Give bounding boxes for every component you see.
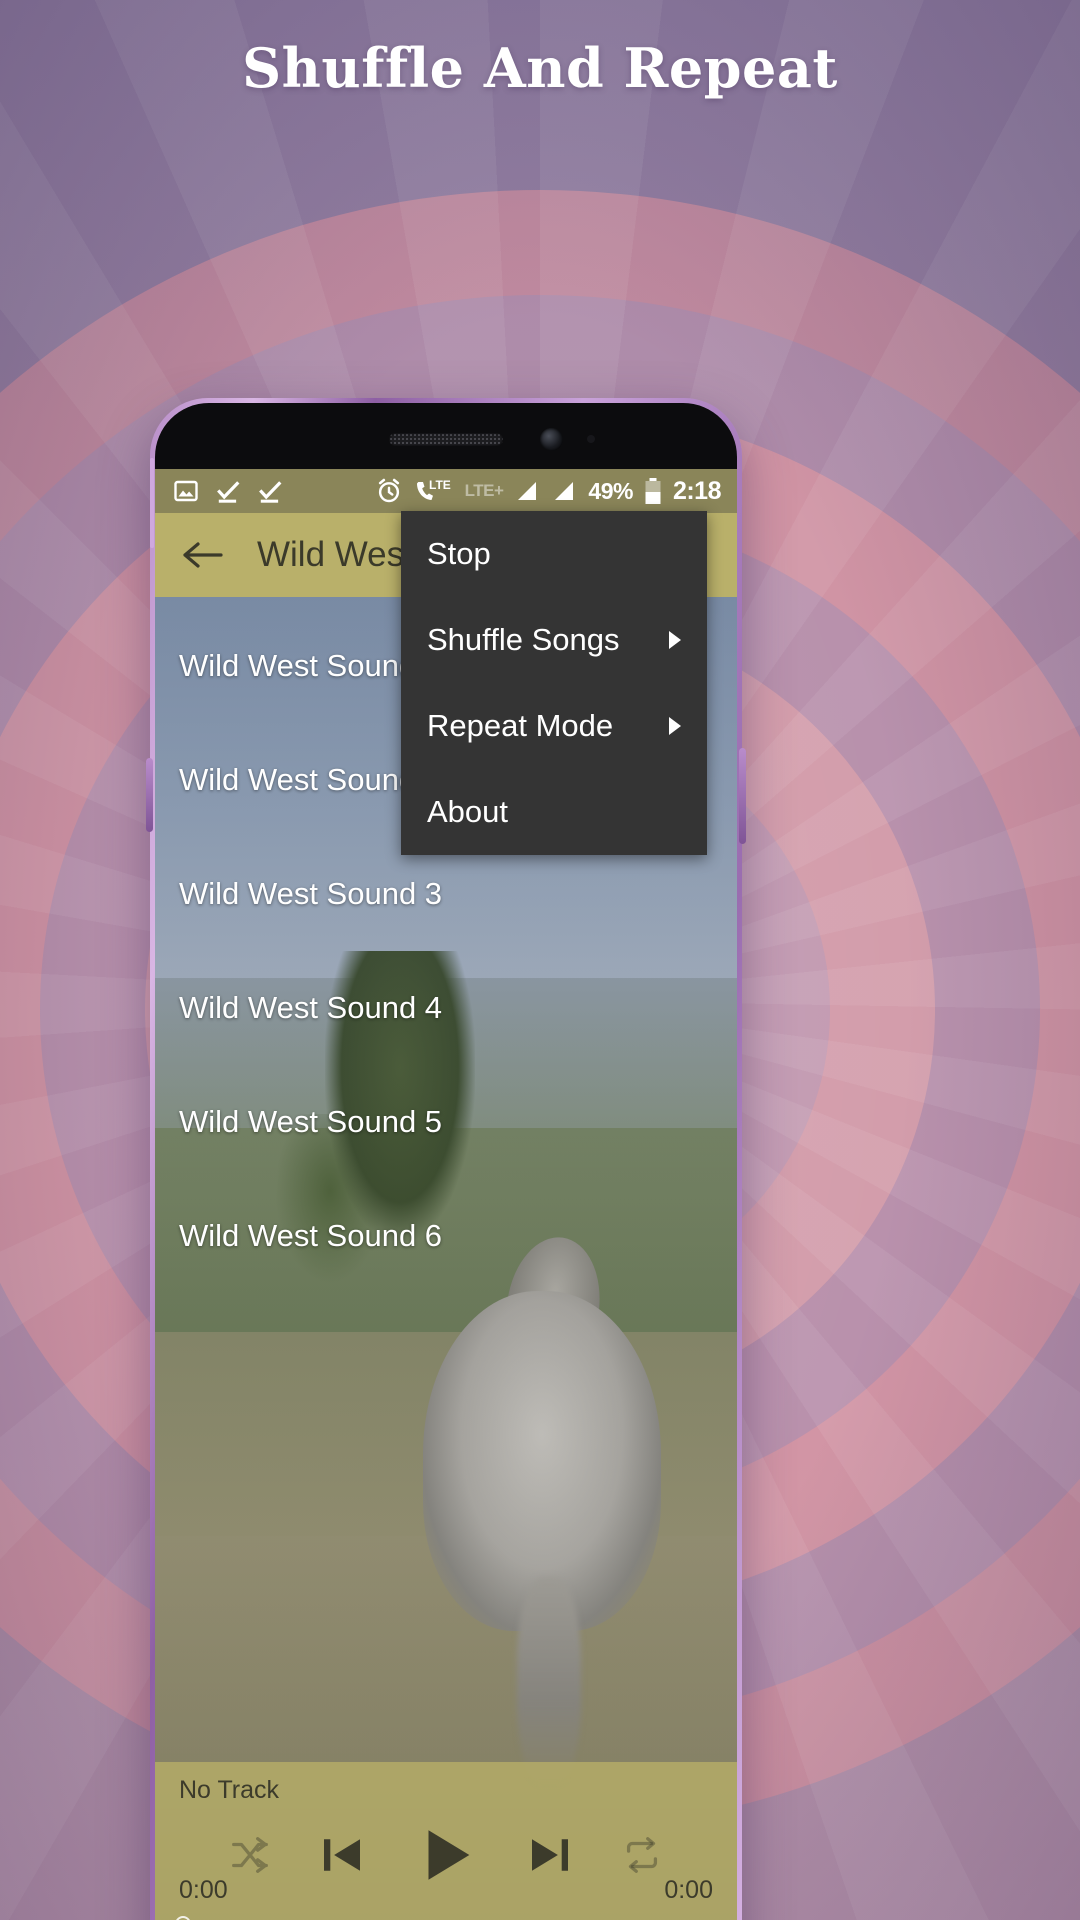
menu-item-repeat-mode[interactable]: Repeat Mode <box>401 683 707 769</box>
menu-item-label: Repeat Mode <box>427 708 614 743</box>
play-icon[interactable] <box>411 1820 481 1890</box>
page-title: Shuffle And Repeat <box>242 36 838 100</box>
list-item[interactable]: Wild West Sound 4 <box>155 951 737 1065</box>
now-playing-label: No Track <box>179 1776 280 1804</box>
network-label: LTE+ <box>464 481 504 500</box>
chevron-right-icon <box>669 631 681 649</box>
list-item[interactable]: Wild West Sound 5 <box>155 1065 737 1179</box>
status-bar: LTE LTE+ 49% 2:18 <box>155 469 737 513</box>
phone-lte-icon: LTE <box>414 477 454 505</box>
player-bar: No Track 0:00 0:00 <box>155 1762 737 1920</box>
phone-mockup: LTE LTE+ 49% 2:18 Wild West Wild West So… <box>146 398 746 1920</box>
song-label: Wild West Sound 5 <box>179 1104 443 1139</box>
seek-thumb[interactable] <box>175 1916 191 1920</box>
total-time-label: 0:00 <box>664 1876 713 1904</box>
list-item[interactable]: Wild West Sound 6 <box>155 1179 737 1293</box>
menu-item-label: Stop <box>427 536 491 571</box>
song-label: Wild West Sound 4 <box>179 990 443 1025</box>
page-heading: Wild West <box>257 535 414 574</box>
back-arrow-icon[interactable] <box>181 538 223 572</box>
task-complete-icon <box>257 478 283 504</box>
signal-bars-icon <box>514 479 540 503</box>
skip-next-icon[interactable] <box>523 1828 577 1882</box>
earpiece-speaker-icon <box>389 433 503 446</box>
phone-button-left[interactable] <box>146 758 153 832</box>
shuffle-icon[interactable] <box>227 1832 273 1878</box>
elapsed-time-label: 0:00 <box>179 1876 228 1904</box>
phone-screen: LTE LTE+ 49% 2:18 Wild West Wild West So… <box>155 469 737 1920</box>
overflow-menu[interactable]: Stop Shuffle Songs Repeat Mode About <box>401 511 707 855</box>
menu-item-stop[interactable]: Stop <box>401 511 707 597</box>
proximity-sensor-icon <box>587 435 595 443</box>
menu-item-label: About <box>427 794 509 829</box>
status-clock: 2:18 <box>672 476 722 505</box>
svg-text:LTE: LTE <box>429 478 451 492</box>
repeat-icon[interactable] <box>619 1832 665 1878</box>
player-controls <box>155 1820 737 1890</box>
skip-previous-icon[interactable] <box>315 1828 369 1882</box>
menu-item-about[interactable]: About <box>401 769 707 855</box>
phone-body: LTE LTE+ 49% 2:18 Wild West Wild West So… <box>155 403 737 1920</box>
chevron-right-icon <box>669 717 681 735</box>
alarm-clock-icon <box>375 477 403 505</box>
battery-icon <box>644 477 662 505</box>
image-icon <box>173 479 199 503</box>
task-complete-icon <box>215 478 241 504</box>
song-label: Wild West Sound 6 <box>179 1218 443 1253</box>
menu-item-shuffle-songs[interactable]: Shuffle Songs <box>401 597 707 683</box>
battery-percent-label: 49% <box>588 477 633 504</box>
phone-button-right[interactable] <box>739 748 746 844</box>
front-camera-icon <box>540 428 563 451</box>
signal-bars-icon <box>551 479 577 503</box>
menu-item-label: Shuffle Songs <box>427 622 620 657</box>
song-label: Wild West Sound 3 <box>179 876 443 911</box>
